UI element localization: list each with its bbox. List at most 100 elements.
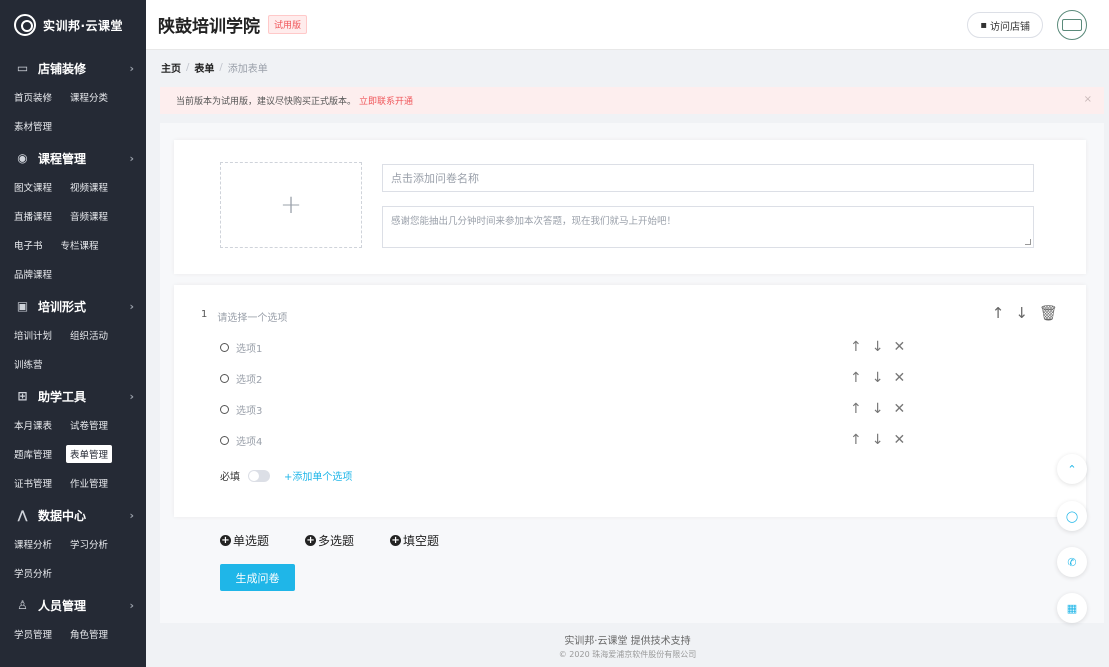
single-choice-label: 单选题 [233, 534, 270, 548]
sidebar-item[interactable]: 培训计划 [10, 326, 56, 344]
sidebar-item[interactable]: 电子书 [10, 236, 47, 254]
move-down-icon[interactable]: ↓ [1015, 304, 1028, 322]
sidebar-item[interactable]: 作业管理 [66, 474, 112, 492]
sidebar-item[interactable]: 学习分析 [66, 535, 112, 553]
close-icon[interactable]: ✕ [893, 432, 905, 448]
sidebar-group-0[interactable]: ▭ 店铺装修 › [0, 54, 146, 82]
chevron-right-icon: › [129, 151, 134, 165]
move-up-icon[interactable]: ↑ [992, 304, 1005, 322]
option-actions: ↑ ↓ ✕ [850, 401, 905, 417]
sidebar-item[interactable]: 课程分类 [66, 88, 112, 106]
store-icon: ▭ [16, 60, 29, 75]
move-down-icon[interactable]: ↓ [872, 370, 884, 386]
breadcrumb-home[interactable]: 主页 [161, 60, 181, 75]
breadcrumb-section[interactable]: 表单 [194, 60, 214, 75]
plus-circle-icon: + [390, 535, 402, 546]
sidebar-item[interactable]: 品牌课程 [10, 265, 56, 283]
add-fill-blank-button[interactable]: + 填空题 [390, 532, 439, 549]
sidebar-item[interactable]: 学员管理 [10, 625, 56, 643]
add-option-button[interactable]: +添加单个选项 [284, 468, 352, 483]
option-label-input[interactable]: 选项4 [236, 433, 262, 448]
sidebar-item[interactable]: 音频课程 [66, 207, 112, 225]
sidebar-item[interactable]: 表单管理 [66, 444, 113, 463]
required-toggle[interactable] [248, 469, 270, 482]
close-icon[interactable]: × [1084, 94, 1092, 105]
data-icon: ⋀ [17, 507, 28, 522]
trial-alert: 当前版本为试用版，建议尽快购买正式版本。 立即联系开通 × [160, 87, 1104, 114]
plus-circle-icon: + [305, 535, 317, 546]
store-icon: ▪ [980, 19, 987, 31]
chevron-right-icon: › [129, 389, 134, 403]
radio-icon [220, 373, 229, 383]
sidebar-item[interactable]: 试卷管理 [66, 416, 112, 434]
breadcrumb: 主页 / 表单 / 添加表单 [161, 60, 268, 75]
form-editor: + 点击添加问卷名称 感谢您能抽出几分钟时间来参加本次答题，现在我们就马上开始吧… [160, 123, 1104, 623]
sidebar-item[interactable]: 角色管理 [66, 625, 112, 643]
qrcode-button[interactable]: ▦ [1057, 593, 1087, 623]
move-down-icon[interactable]: ↓ [872, 401, 884, 417]
visit-store-button[interactable]: ▪ 访问店铺 [967, 12, 1043, 38]
question-title-input[interactable]: 请选择一个选项 [217, 309, 287, 324]
move-down-icon[interactable]: ↓ [872, 339, 884, 355]
scroll-top-button[interactable]: ⌃ [1057, 454, 1087, 484]
sidebar-group-4[interactable]: ⋀ 数据中心 › [0, 501, 146, 529]
contact-link[interactable]: 立即联系开通 [359, 94, 413, 107]
option-label-input[interactable]: 选项1 [236, 340, 262, 355]
option-actions: ↑ ↓ ✕ [850, 432, 905, 448]
visit-store-label: 访问店铺 [990, 21, 1030, 33]
sidebar-item[interactable]: 视频课程 [66, 178, 112, 196]
sidebar-item[interactable]: 图文课程 [10, 178, 56, 196]
sidebar-group-1[interactable]: ◉ 课程管理 › [0, 144, 146, 172]
sidebar-group-3[interactable]: ⊞ 助学工具 › [0, 382, 146, 410]
move-down-icon[interactable]: ↓ [872, 432, 884, 448]
sidebar-group-title: 店铺装修 [38, 61, 87, 76]
add-single-choice-button[interactable]: + 单选题 [220, 532, 269, 549]
sidebar-row: 本月课表 试卷管理 [0, 410, 146, 439]
option-row: 选项2 ↑ ↓ ✕ [220, 369, 920, 387]
sidebar-item[interactable]: 组织活动 [66, 326, 112, 344]
cover-upload[interactable]: + [220, 162, 362, 248]
footer-powered-by: 实训邦·云课堂 提供技术支持 [564, 636, 691, 647]
generate-survey-button[interactable]: 生成问卷 [220, 564, 295, 591]
sidebar-group-title: 人员管理 [38, 598, 87, 613]
sidebar-item[interactable]: 素材管理 [10, 117, 56, 135]
required-label: 必填 [220, 472, 240, 483]
multi-choice-label: 多选题 [318, 534, 355, 548]
survey-description-input[interactable]: 感谢您能抽出几分钟时间来参加本次答题，现在我们就马上开始吧！ [382, 206, 1034, 248]
move-up-icon[interactable]: ↑ [850, 401, 862, 417]
sidebar-group-5[interactable]: ♙ 人员管理 › [0, 591, 146, 619]
question-header[interactable]: 1 请选择一个选项 [201, 309, 287, 324]
phone-contact-button[interactable]: ✆ [1057, 547, 1087, 577]
sidebar-item[interactable]: 首页装修 [10, 88, 56, 106]
brand-logo[interactable]: 实训邦·云课堂 [0, 0, 146, 50]
delete-icon[interactable]: 🗑 [1039, 304, 1058, 322]
qq-contact-button[interactable]: ◯ [1057, 501, 1087, 531]
sidebar-item[interactable]: 直播课程 [10, 207, 56, 225]
close-icon[interactable]: ✕ [893, 339, 905, 355]
move-up-icon[interactable]: ↑ [850, 432, 862, 448]
close-icon[interactable]: ✕ [893, 370, 905, 386]
option-actions: ↑ ↓ ✕ [850, 339, 905, 355]
qrcode-icon: ▦ [1066, 601, 1078, 615]
option-label-input[interactable]: 选项3 [236, 402, 262, 417]
sidebar-item[interactable]: 证书管理 [10, 474, 56, 492]
move-up-icon[interactable]: ↑ [850, 339, 862, 355]
avatar[interactable] [1057, 10, 1087, 40]
sidebar-item[interactable]: 专栏课程 [57, 236, 103, 254]
sidebar-group-2[interactable]: ▣ 培训形式 › [0, 292, 146, 320]
close-icon[interactable]: ✕ [893, 401, 905, 417]
sidebar-item[interactable]: 课程分析 [10, 535, 56, 553]
breadcrumb-separator: / [219, 62, 223, 73]
option-label-input[interactable]: 选项2 [236, 371, 262, 386]
sidebar-item[interactable]: 本月课表 [10, 416, 56, 434]
sidebar-item[interactable]: 题库管理 [10, 445, 56, 463]
sidebar-row: 学员分析 [0, 558, 146, 587]
add-multi-choice-button[interactable]: + 多选题 [305, 532, 354, 549]
option-row: 选项3 ↑ ↓ ✕ [220, 400, 920, 418]
survey-title-input[interactable]: 点击添加问卷名称 [382, 164, 1034, 192]
phone-icon: ✆ [1067, 555, 1077, 569]
sidebar: 实训邦·云课堂 ▭ 店铺装修 › 首页装修 课程分类 素材管理 ◉ 课程管理 › 图文课程 视频课程… [0, 0, 146, 667]
sidebar-item[interactable]: 训练营 [10, 355, 47, 373]
move-up-icon[interactable]: ↑ [850, 370, 862, 386]
sidebar-item[interactable]: 学员分析 [10, 564, 56, 582]
